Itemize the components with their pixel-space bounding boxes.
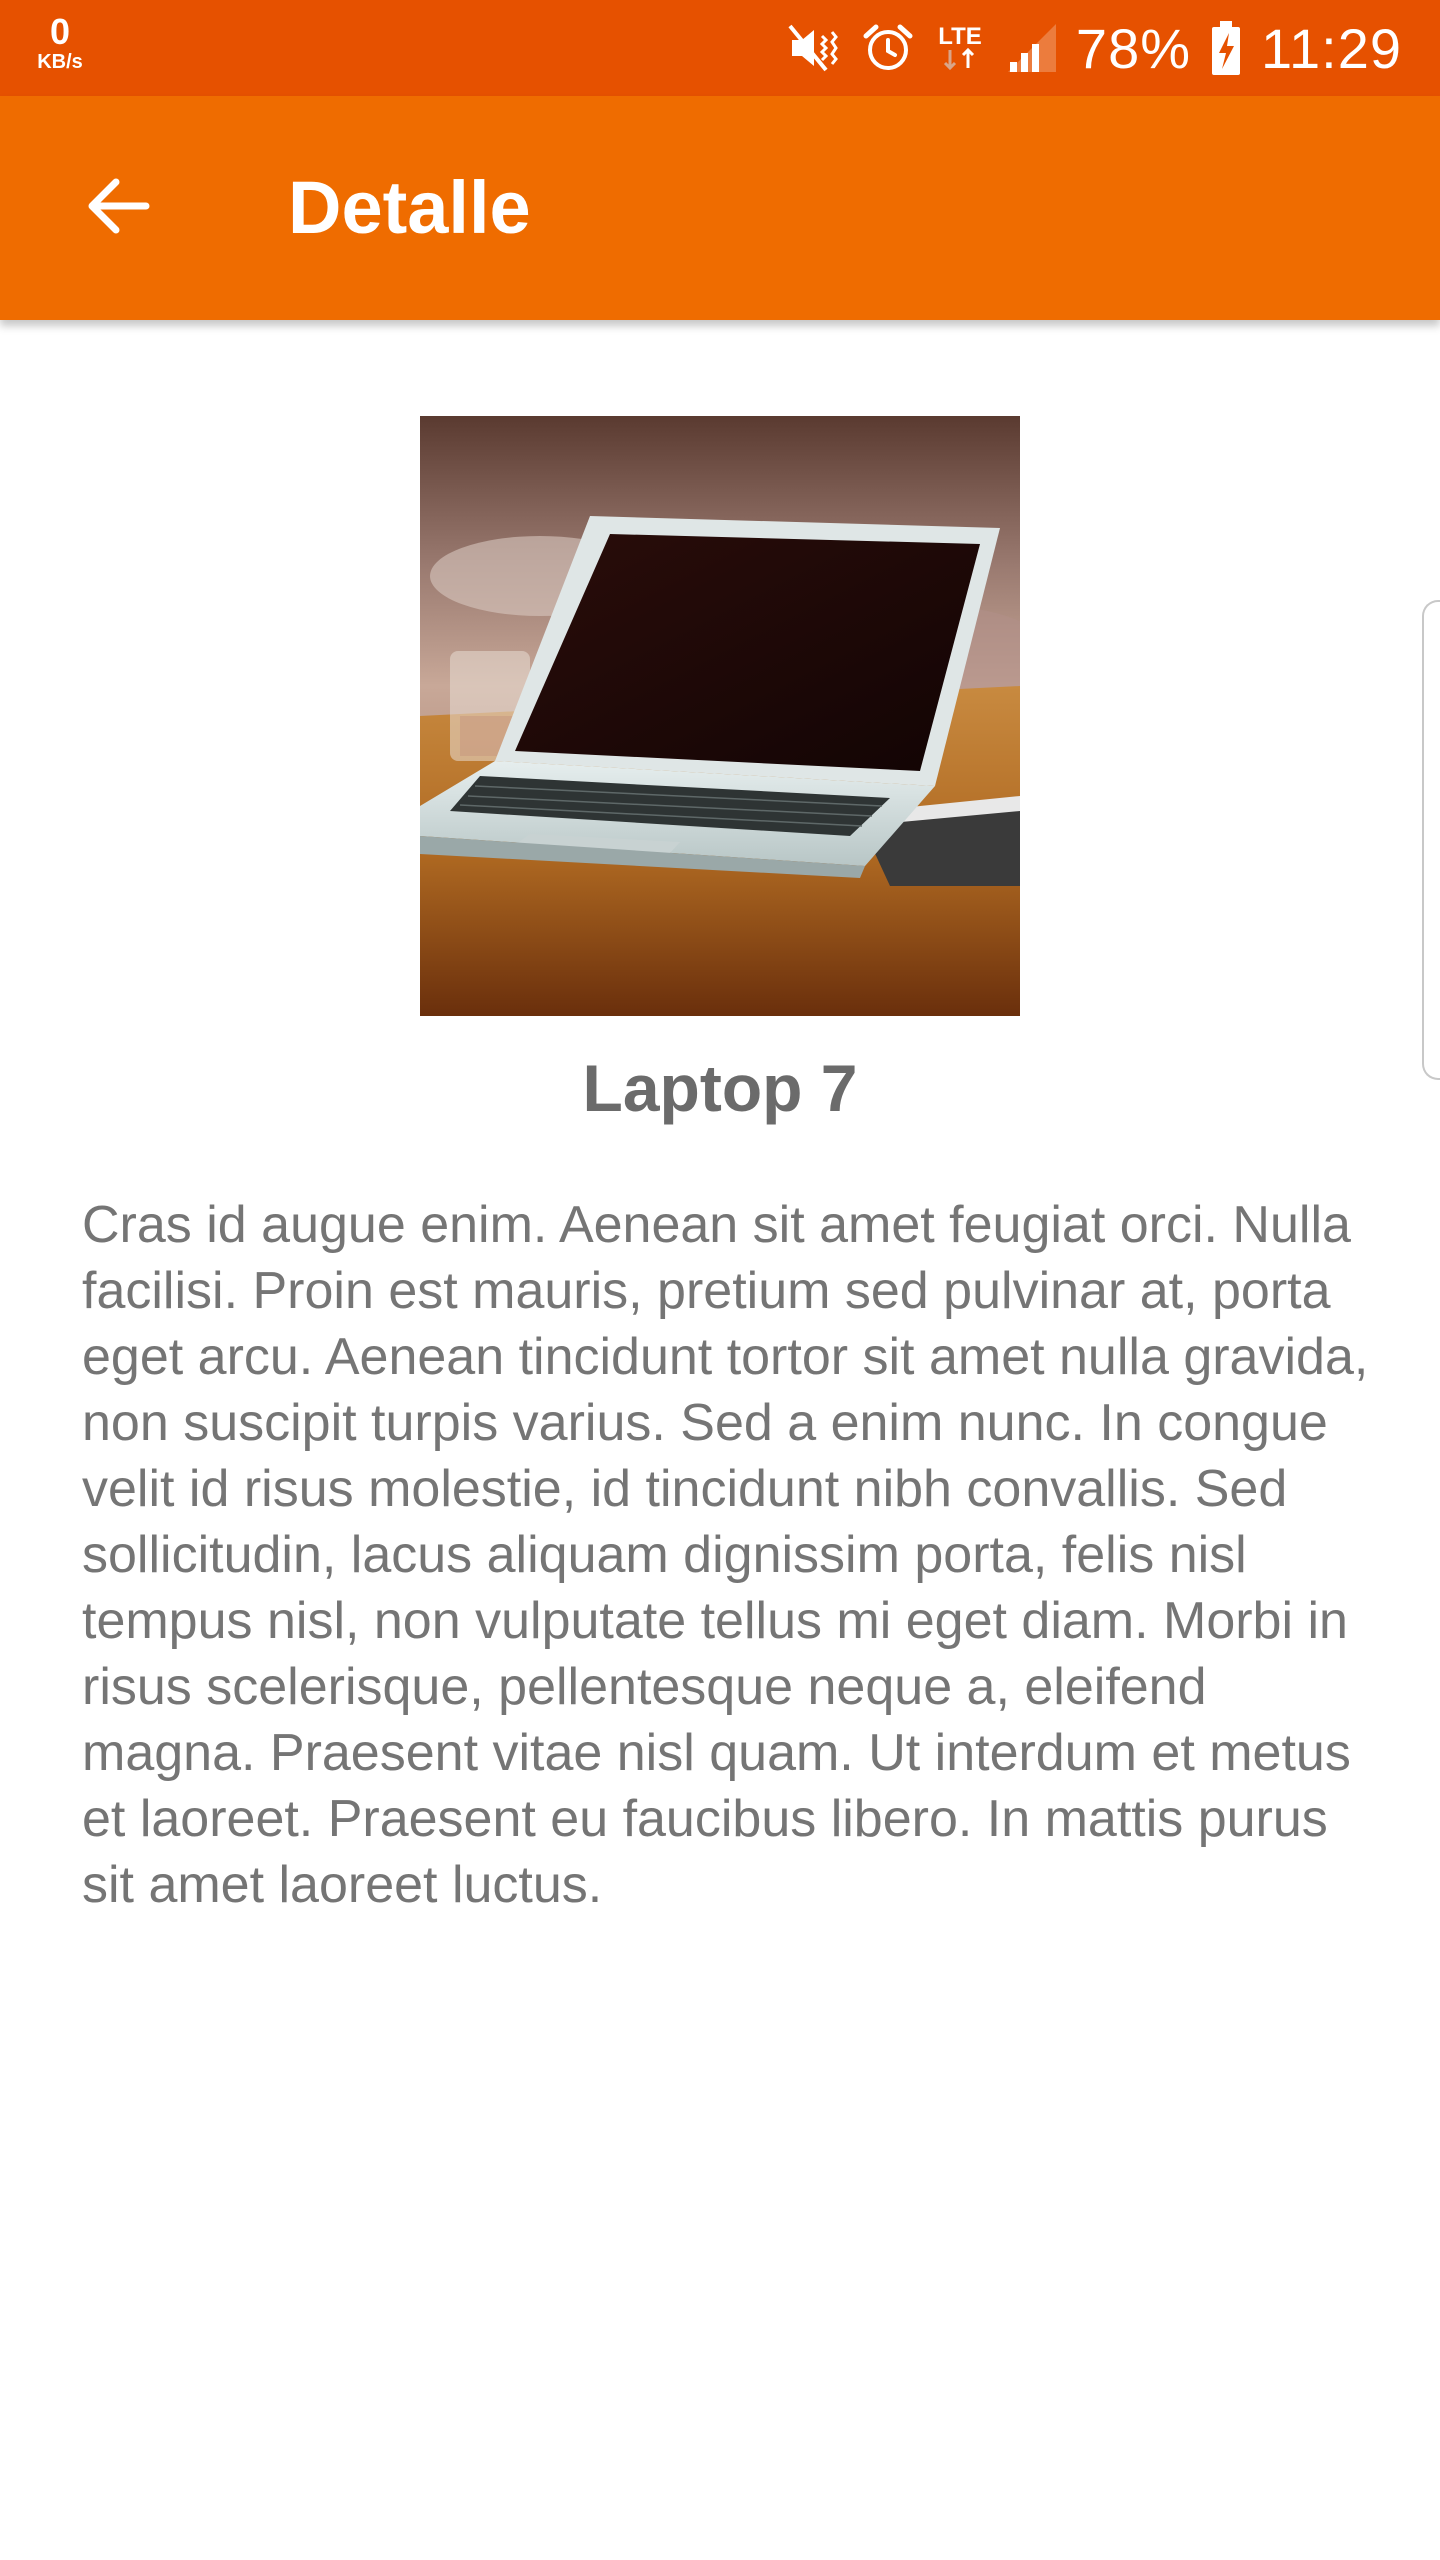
back-button[interactable] xyxy=(60,148,180,268)
product-description: Cras id augue enim. Aenean sit amet feug… xyxy=(82,1196,1369,1914)
lte-icon: LTE xyxy=(932,20,988,76)
clock: 11:29 xyxy=(1261,16,1402,80)
network-speed: 0 KB/s xyxy=(30,11,90,73)
signal-strength-icon xyxy=(1006,22,1058,74)
network-speed-unit: KB/s xyxy=(37,51,83,73)
product-image xyxy=(420,416,1020,1016)
battery-percentage: 78% xyxy=(1075,16,1192,80)
edge-panel-handle[interactable] xyxy=(1422,600,1440,1080)
arrow-back-icon xyxy=(84,170,156,247)
battery-charging-icon xyxy=(1209,19,1243,77)
network-speed-value: 0 xyxy=(49,11,71,52)
alarm-icon xyxy=(862,22,914,74)
product-title: Laptop 7 xyxy=(582,1051,858,1125)
status-icons: LTE 78% 11:29 xyxy=(786,0,1402,96)
app-bar: Detalle xyxy=(0,96,1440,320)
lte-label: LTE xyxy=(938,23,982,50)
status-bar: 0 KB/s LTE 78% 11:29 xyxy=(0,0,1440,96)
page-title: Detalle xyxy=(288,166,531,249)
mute-vibrate-icon xyxy=(786,22,844,74)
